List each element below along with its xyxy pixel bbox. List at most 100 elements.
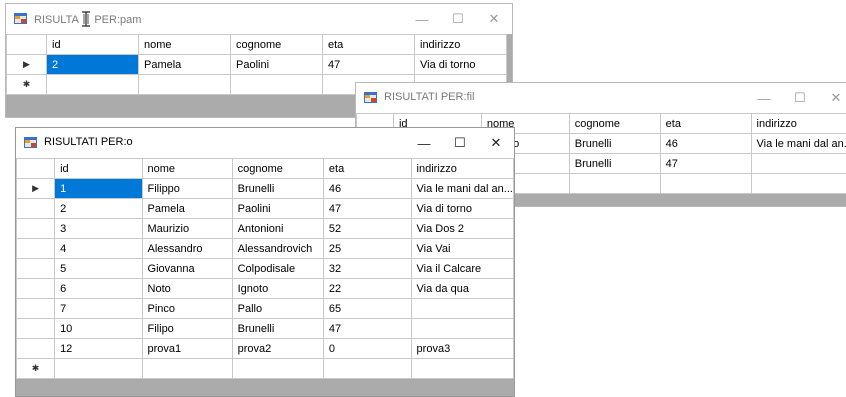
row-header[interactable] — [17, 319, 55, 339]
maximize-button[interactable]: ☐ — [440, 4, 476, 34]
new-row-cell[interactable] — [660, 174, 751, 194]
cell-nome[interactable]: prova1 — [142, 339, 232, 359]
cell-eta[interactable]: 47 — [323, 199, 411, 219]
table-row[interactable]: 3 Maurizio Antonioni 52 Via Dos 2 — [17, 219, 514, 239]
table-row[interactable]: 12 prova1 prova2 0 prova3 — [17, 339, 514, 359]
column-header-cognome[interactable]: cognome — [569, 114, 660, 134]
data-grid[interactable]: id nome cognome eta indirizzo ▶ 1 Filipp… — [16, 158, 514, 396]
current-row-icon[interactable]: ▶ — [7, 55, 47, 75]
new-row-cell[interactable] — [55, 359, 142, 379]
table-row[interactable]: 10 Filipo Brunelli 47 — [17, 319, 514, 339]
new-row-cell[interactable] — [142, 359, 232, 379]
new-row-cell[interactable] — [569, 174, 660, 194]
cell-indirizzo[interactable]: Via le mani dal an... — [411, 179, 513, 199]
cell-nome[interactable]: Pinco — [142, 299, 232, 319]
cell-cognome[interactable]: Brunelli — [569, 134, 660, 154]
cell-nome[interactable]: Filippo — [142, 179, 232, 199]
new-row-cell[interactable] — [323, 359, 411, 379]
cell-id[interactable]: 5 — [55, 259, 142, 279]
cell-cognome[interactable]: Alessandrovich — [232, 239, 323, 259]
titlebar[interactable]: RISULTA PER:pam — ☐ ✕ — [6, 4, 512, 34]
cell-indirizzo[interactable]: Via Dos 2 — [411, 219, 513, 239]
cell-cognome[interactable]: prova2 — [232, 339, 323, 359]
cell-indirizzo[interactable] — [411, 319, 513, 339]
new-row-cell[interactable] — [231, 75, 323, 95]
row-header[interactable] — [17, 239, 55, 259]
cell-nome[interactable]: Noto — [142, 279, 232, 299]
new-row-cell[interactable] — [411, 359, 513, 379]
cell-eta[interactable]: 47 — [323, 319, 411, 339]
cell-indirizzo[interactable]: Via il Calcare — [411, 259, 513, 279]
cell-eta[interactable]: 47 — [660, 154, 751, 174]
cell-id[interactable]: 3 — [55, 219, 142, 239]
window-results-o[interactable]: RISULTATI PER:o — ☐ ✕ id nome cognome et… — [15, 127, 515, 397]
cell-indirizzo[interactable]: Via Vai — [411, 239, 513, 259]
table-row[interactable]: 6 Noto Ignoto 22 Via da qua — [17, 279, 514, 299]
cell-nome[interactable]: Filipo — [142, 319, 232, 339]
cell-id[interactable]: 2 — [47, 55, 139, 75]
column-header-cognome[interactable]: cognome — [232, 159, 323, 179]
column-header-indirizzo[interactable]: indirizzo — [751, 114, 846, 134]
cell-id[interactable]: 10 — [55, 319, 142, 339]
cell-id[interactable]: 12 — [55, 339, 142, 359]
cell-indirizzo[interactable]: Via le mani dal an... — [751, 134, 846, 154]
column-header-indirizzo[interactable]: indirizzo — [415, 35, 507, 55]
cell-id[interactable]: 7 — [55, 299, 142, 319]
cell-cognome[interactable]: Pallo — [232, 299, 323, 319]
new-row-icon[interactable]: ✱ — [7, 75, 47, 95]
row-header[interactable] — [17, 199, 55, 219]
current-row-icon[interactable]: ▶ — [17, 179, 55, 199]
cell-nome[interactable]: Alessandro — [142, 239, 232, 259]
cell-cognome[interactable]: Brunelli — [569, 154, 660, 174]
minimize-button[interactable]: — — [406, 128, 442, 158]
cell-eta[interactable]: 22 — [323, 279, 411, 299]
cell-nome[interactable]: Pamela — [139, 55, 231, 75]
column-header-eta[interactable]: eta — [323, 159, 411, 179]
cell-id[interactable]: 2 — [55, 199, 142, 219]
cell-cognome[interactable]: Colpodisale — [232, 259, 323, 279]
close-button[interactable]: ✕ — [478, 128, 514, 158]
new-row-cell[interactable] — [751, 174, 846, 194]
cell-eta[interactable]: 32 — [323, 259, 411, 279]
maximize-button[interactable]: ☐ — [782, 83, 818, 113]
cell-cognome[interactable]: Brunelli — [232, 319, 323, 339]
table-row[interactable]: 5 Giovanna Colpodisale 32 Via il Calcare — [17, 259, 514, 279]
column-header-eta[interactable]: eta — [660, 114, 751, 134]
close-button[interactable]: ✕ — [818, 83, 846, 113]
row-header[interactable] — [17, 259, 55, 279]
titlebar[interactable]: RISULTATI PER:fil — ☐ ✕ — [356, 83, 846, 113]
cell-eta[interactable]: 65 — [323, 299, 411, 319]
cell-eta[interactable]: 46 — [323, 179, 411, 199]
cell-indirizzo[interactable] — [411, 299, 513, 319]
cell-id[interactable]: 1 — [55, 179, 142, 199]
cell-indirizzo[interactable]: prova3 — [411, 339, 513, 359]
column-header-nome[interactable]: nome — [142, 159, 232, 179]
cell-indirizzo[interactable]: Via di torno — [415, 55, 507, 75]
titlebar[interactable]: RISULTATI PER:o — ☐ ✕ — [16, 128, 514, 158]
minimize-button[interactable]: — — [746, 83, 782, 113]
cell-eta[interactable]: 52 — [323, 219, 411, 239]
cell-cognome[interactable]: Ignoto — [232, 279, 323, 299]
cell-cognome[interactable]: Paolini — [232, 199, 323, 219]
cell-eta[interactable]: 46 — [660, 134, 751, 154]
cell-indirizzo[interactable] — [751, 154, 846, 174]
table-row[interactable]: 7 Pinco Pallo 65 — [17, 299, 514, 319]
row-header[interactable] — [17, 339, 55, 359]
cell-cognome[interactable]: Brunelli — [232, 179, 323, 199]
cell-cognome[interactable]: Antonioni — [232, 219, 323, 239]
row-header[interactable] — [17, 299, 55, 319]
cell-nome[interactable]: Pamela — [142, 199, 232, 219]
cell-nome[interactable]: Maurizio — [142, 219, 232, 239]
close-button[interactable]: ✕ — [476, 4, 512, 34]
cell-indirizzo[interactable]: Via di torno — [411, 199, 513, 219]
minimize-button[interactable]: — — [404, 4, 440, 34]
row-header[interactable] — [17, 279, 55, 299]
new-row-cell[interactable] — [232, 359, 323, 379]
new-row-cell[interactable] — [47, 75, 139, 95]
column-header-eta[interactable]: eta — [323, 35, 415, 55]
column-header-cognome[interactable]: cognome — [231, 35, 323, 55]
cell-nome[interactable]: Giovanna — [142, 259, 232, 279]
new-row-cell[interactable] — [139, 75, 231, 95]
maximize-button[interactable]: ☐ — [442, 128, 478, 158]
cell-id[interactable]: 4 — [55, 239, 142, 259]
